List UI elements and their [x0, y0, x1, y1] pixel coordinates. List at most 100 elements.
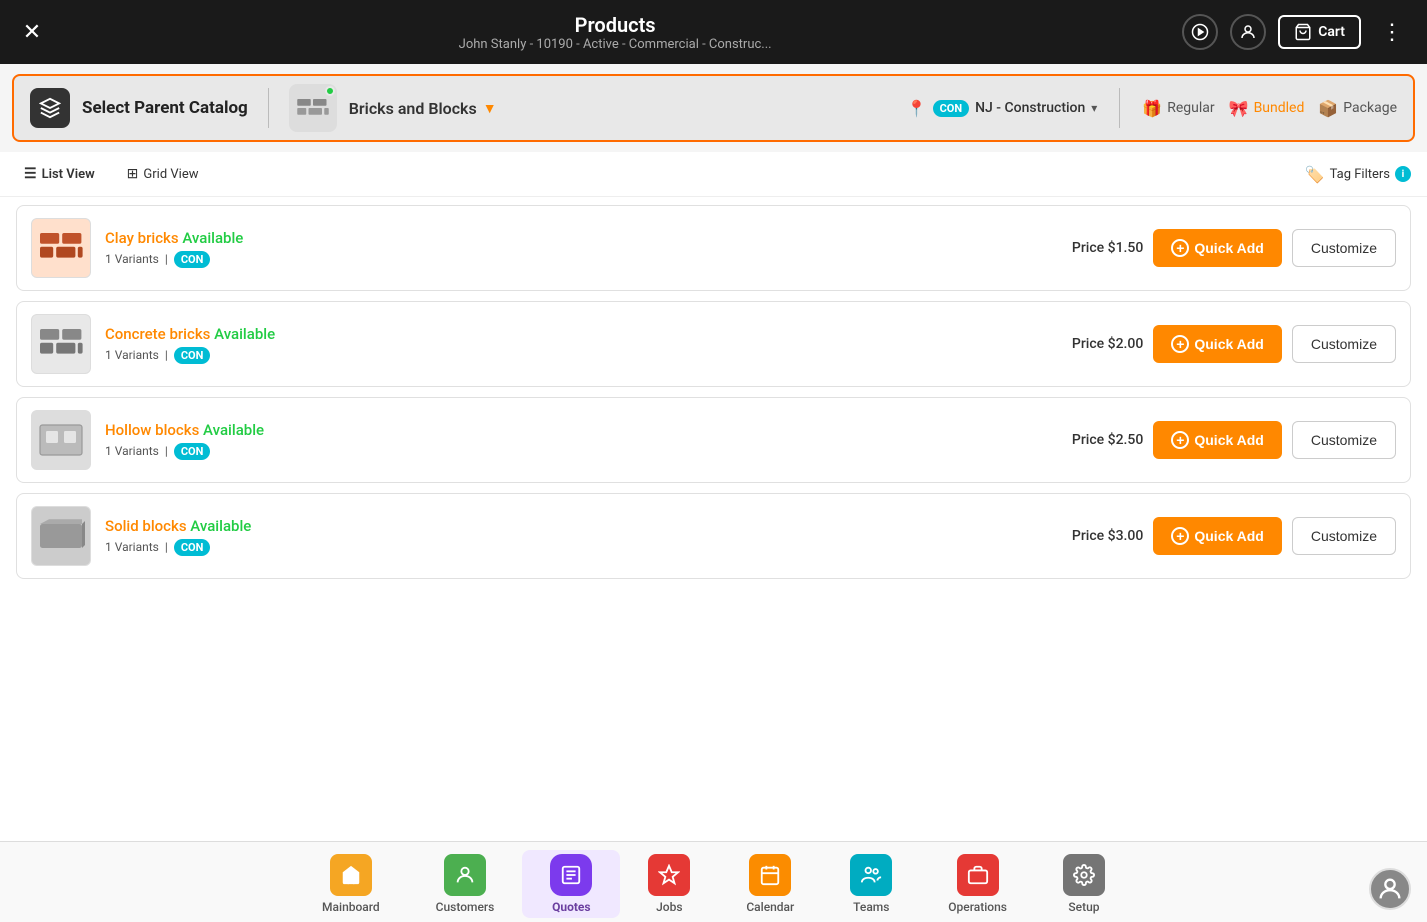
avatar[interactable] — [1369, 868, 1411, 910]
tag-filters-button[interactable]: 🏷️ Tag Filters i — [1305, 165, 1411, 184]
nav-item-setup[interactable]: Setup — [1035, 850, 1133, 918]
product-variants: 1 Variants — [105, 444, 159, 458]
product-actions: Price $2.50 + Quick Add Customize — [1053, 421, 1396, 459]
header-subtitle: John Stanly - 10190 - Active - Commercia… — [48, 37, 1182, 52]
bottom-nav: Mainboard Customers Quotes Jobs Calendar… — [0, 841, 1427, 922]
regular-icon: 🎁 — [1142, 99, 1162, 118]
quick-add-label: Quick Add — [1194, 336, 1264, 352]
product-row: Concrete bricks Available 1 Variants | C… — [16, 301, 1411, 387]
catalog-icon — [30, 88, 70, 128]
nav-item-jobs[interactable]: Jobs — [620, 850, 718, 918]
grid-view-icon: ⊞ — [127, 166, 139, 182]
nav-icon-setup — [1063, 854, 1105, 896]
quick-add-button[interactable]: + Quick Add — [1153, 517, 1282, 555]
product-image — [31, 410, 91, 470]
product-actions: Price $3.00 + Quick Add Customize — [1053, 517, 1396, 555]
location-pin-icon: 📍 — [907, 99, 927, 118]
catalog-name[interactable]: Bricks and Blocks ▼ — [349, 99, 497, 118]
product-name: Hollow blocks Available — [105, 421, 1039, 439]
quick-add-button[interactable]: + Quick Add — [1153, 421, 1282, 459]
product-list: Clay bricks Available 1 Variants | CON P… — [0, 197, 1427, 597]
quick-add-plus-icon: + — [1171, 239, 1189, 257]
select-parent-catalog-label: Select Parent Catalog — [82, 98, 248, 118]
nav-label-jobs: Jobs — [656, 900, 682, 914]
quick-add-button[interactable]: + Quick Add — [1153, 325, 1282, 363]
nav-icon-jobs — [648, 854, 690, 896]
package-icon: 📦 — [1318, 99, 1338, 118]
catalog-divider — [268, 88, 269, 128]
customize-button[interactable]: Customize — [1292, 229, 1396, 267]
grid-view-button[interactable]: ⊞ Grid View — [119, 162, 207, 186]
filter-icon-button[interactable] — [1182, 14, 1218, 50]
nav-label-customers: Customers — [436, 900, 495, 914]
catalog-logo-wrap — [289, 84, 337, 132]
product-tag-badge: CON — [174, 539, 211, 556]
catalog-active-dot — [325, 86, 335, 96]
location-tag: 📍 CON NJ - Construction ▾ — [907, 99, 1098, 118]
product-variants: 1 Variants — [105, 348, 159, 362]
product-meta: 1 Variants | CON — [105, 347, 1039, 364]
nav-label-mainboard: Mainboard — [322, 900, 380, 914]
nav-item-teams[interactable]: Teams — [822, 850, 920, 918]
page-title: Products — [48, 13, 1182, 37]
nav-icon-customers — [444, 854, 486, 896]
quick-add-label: Quick Add — [1194, 240, 1264, 256]
header-right: Cart ⋮ — [1182, 14, 1411, 50]
catalog-bar-right: 📍 CON NJ - Construction ▾ 🎁 Regular 🎀 Bu… — [907, 88, 1397, 128]
product-price: Price $2.50 — [1053, 432, 1143, 448]
product-tag-badge: CON — [174, 251, 211, 268]
type-regular-option[interactable]: 🎁 Regular — [1142, 99, 1214, 118]
quick-add-plus-icon: + — [1171, 527, 1189, 545]
cart-button[interactable]: Cart — [1278, 15, 1361, 49]
product-name: Solid blocks Available — [105, 517, 1039, 535]
product-price: Price $2.00 — [1053, 336, 1143, 352]
bundled-icon: 🎀 — [1229, 99, 1249, 118]
product-variants: 1 Variants — [105, 252, 159, 266]
product-name: Clay bricks Available — [105, 229, 1039, 247]
nav-label-quotes: Quotes — [552, 900, 590, 914]
type-package-option[interactable]: 📦 Package — [1318, 99, 1397, 118]
nav-item-mainboard[interactable]: Mainboard — [294, 850, 408, 918]
profile-icon-button[interactable] — [1230, 14, 1266, 50]
product-info: Concrete bricks Available 1 Variants | C… — [105, 325, 1039, 364]
product-meta: 1 Variants | CON — [105, 539, 1039, 556]
customize-button[interactable]: Customize — [1292, 421, 1396, 459]
nav-item-quotes[interactable]: Quotes — [522, 850, 620, 918]
header: ✕ Products John Stanly - 10190 - Active … — [0, 0, 1427, 64]
customize-button[interactable]: Customize — [1292, 325, 1396, 363]
nav-icon-calendar — [749, 854, 791, 896]
content-area: ☰ List View ⊞ Grid View 🏷️ Tag Filters i… — [0, 152, 1427, 841]
product-meta: 1 Variants | CON — [105, 251, 1039, 268]
product-actions: Price $1.50 + Quick Add Customize — [1053, 229, 1396, 267]
nav-item-operations[interactable]: Operations — [920, 850, 1035, 918]
nav-label-operations: Operations — [948, 900, 1007, 914]
location-dropdown-icon[interactable]: ▾ — [1091, 101, 1097, 115]
nav-item-customers[interactable]: Customers — [408, 850, 523, 918]
customize-button[interactable]: Customize — [1292, 517, 1396, 555]
product-price: Price $1.50 — [1053, 240, 1143, 256]
info-icon: i — [1395, 166, 1411, 182]
catalog-chevron-icon: ▼ — [483, 100, 497, 117]
quick-add-button[interactable]: + Quick Add — [1153, 229, 1282, 267]
list-view-button[interactable]: ☰ List View — [16, 162, 103, 186]
type-divider — [1119, 88, 1120, 128]
product-tag-badge: CON — [174, 443, 211, 460]
list-view-icon: ☰ — [24, 166, 37, 182]
close-button[interactable]: ✕ — [16, 16, 48, 48]
quick-add-plus-icon: + — [1171, 335, 1189, 353]
nav-item-calendar[interactable]: Calendar — [718, 850, 822, 918]
cart-label: Cart — [1318, 24, 1345, 40]
location-name: NJ - Construction — [975, 100, 1085, 116]
quick-add-plus-icon: + — [1171, 431, 1189, 449]
con-badge: CON — [933, 100, 970, 117]
type-bundled-option[interactable]: 🎀 Bundled — [1229, 99, 1305, 118]
nav-icon-operations — [957, 854, 999, 896]
nav-icon-mainboard — [330, 854, 372, 896]
view-controls: ☰ List View ⊞ Grid View 🏷️ Tag Filters i — [0, 152, 1427, 197]
product-info: Clay bricks Available 1 Variants | CON — [105, 229, 1039, 268]
product-info: Solid blocks Available 1 Variants | CON — [105, 517, 1039, 556]
nav-icon-quotes — [550, 854, 592, 896]
product-image — [31, 314, 91, 374]
more-options-button[interactable]: ⋮ — [1373, 16, 1411, 49]
product-row: Hollow blocks Available 1 Variants | CON… — [16, 397, 1411, 483]
